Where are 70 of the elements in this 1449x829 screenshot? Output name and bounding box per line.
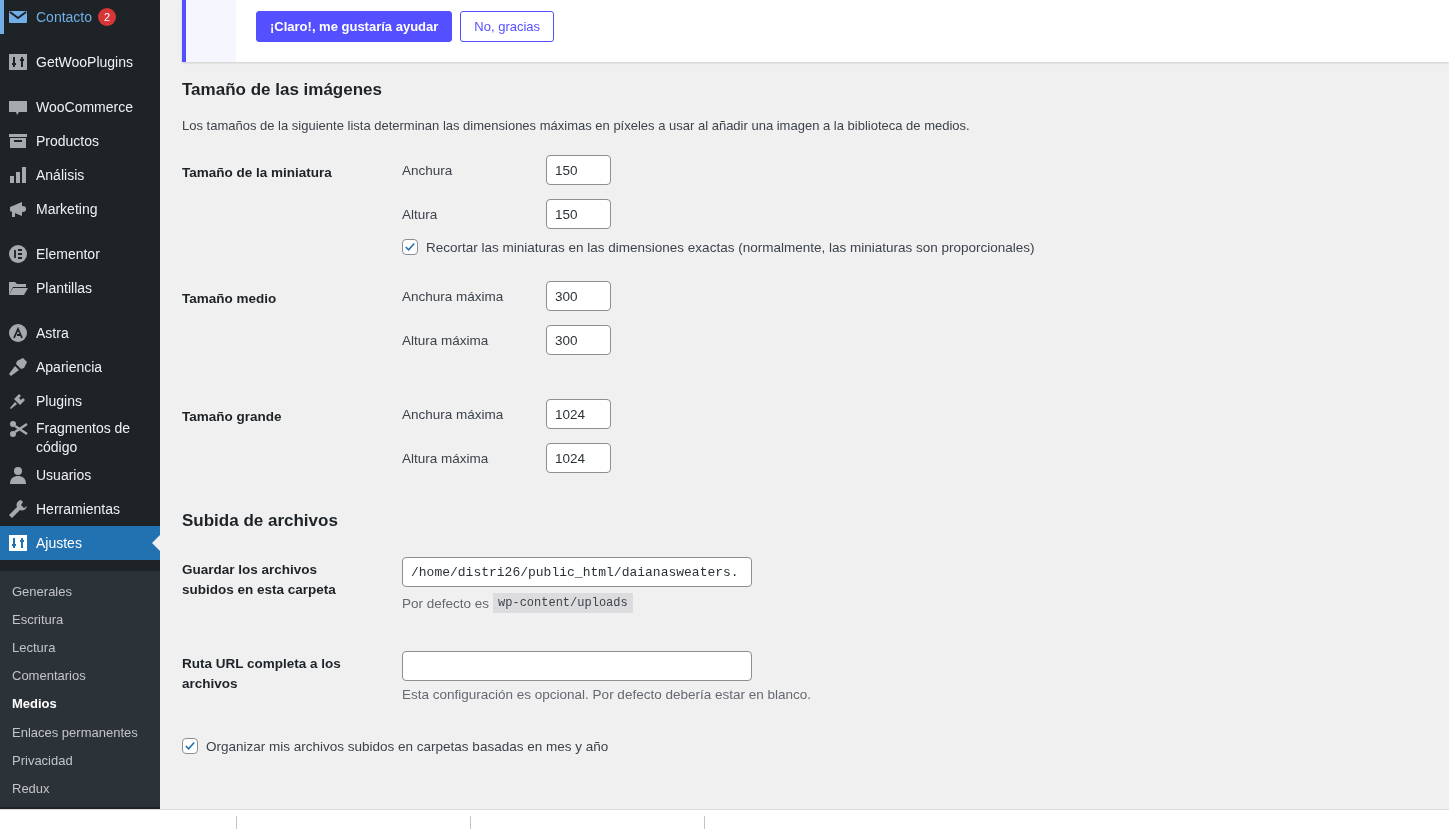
number-field[interactable]: 300 (546, 325, 611, 355)
menu-item[interactable]: Plantillas (0, 271, 160, 305)
field-label: Altura máxima (402, 332, 490, 348)
setting-label: Tamaño medio (182, 290, 278, 308)
field-label: Anchura (402, 162, 454, 178)
submenu-item[interactable]: Enlaces permanentes (0, 717, 160, 747)
menu-item[interactable]: Apariencia (0, 350, 160, 384)
number-field[interactable]: 150 (546, 155, 611, 185)
setting-label: Guardar los archivos subidos en esta carpeta (182, 561, 337, 599)
menu-pointer-icon (152, 535, 160, 551)
sliders-icon (8, 52, 28, 72)
menu-item[interactable]: Análisis (0, 158, 160, 192)
default-path: wp-content/uploads (493, 593, 633, 613)
menu-item[interactable]: Astra (0, 316, 160, 350)
submenu-item[interactable]: Comentarios (0, 661, 160, 690)
count-badge: 2 (98, 8, 117, 26)
submenu-item[interactable]: Redux (0, 774, 160, 803)
field-label: Altura máxima (402, 450, 490, 466)
section-heading: Tamaño de las imágenes (182, 80, 383, 100)
number-field[interactable]: 300 (546, 281, 611, 311)
paintbrush-icon (8, 357, 28, 377)
accept-button[interactable]: ¡Claro!, me gustaría ayudar (256, 11, 453, 42)
number-field[interactable]: 150 (546, 199, 611, 229)
checkbox[interactable] (402, 239, 418, 255)
menu-item[interactable]: Plugins (0, 384, 160, 418)
field-label: Anchura máxima (402, 288, 505, 304)
number-field[interactable]: 1024 (546, 399, 611, 429)
bar-chart-icon (8, 165, 28, 185)
menu-item[interactable]: Productos (0, 124, 160, 158)
menu-item[interactable]: Herramientas (0, 492, 160, 526)
menu-item[interactable]: WooCommerce (0, 90, 160, 124)
scissors-icon (8, 419, 28, 439)
menu-item[interactable]: GetWooPlugins (0, 45, 160, 79)
text-field[interactable] (402, 651, 752, 681)
megaphone-icon (8, 199, 28, 219)
submenu-item[interactable]: Generales (0, 577, 160, 606)
section-description: Los tamaños de la siguiente lista determinan las dimensiones máximas en píxeles a usar al añadir una imagen a la biblioteca de medios. (182, 118, 971, 133)
checkbox-label: Recortar las miniaturas en las dimensiones exactas (normalmente, las miniaturas son proporcionales) (426, 239, 1035, 255)
menu-item[interactable]: Fragmentos de código (0, 418, 160, 458)
field-hint: Esta configuración es opcional. Por defecto debería estar en blanco. (402, 687, 811, 702)
submenu-item[interactable]: Privacidad (0, 746, 160, 775)
field-hint: Por defecto es (402, 595, 490, 611)
menu-item[interactable]: Elementor (0, 237, 160, 271)
setting-label: Ruta URL completa a los archivos (182, 655, 342, 693)
section-heading: Subida de archivos (182, 511, 339, 531)
checkbox-label: Organizar mis archivos subidos en carpetas basadas en mes y año (206, 738, 609, 754)
submenu-item[interactable]: Escritura (0, 605, 160, 634)
number-field[interactable]: 1024 (546, 443, 611, 473)
menu-item[interactable]: Marketing (0, 192, 160, 226)
checkmark-icon (403, 240, 417, 254)
submenu-item[interactable]: Lectura (0, 633, 160, 662)
plug-icon (8, 391, 28, 411)
person-icon (8, 465, 28, 485)
wrench-icon (8, 499, 28, 519)
decline-button[interactable]: No, gracias (460, 11, 555, 42)
submenu-item[interactable]: Medios (0, 689, 160, 718)
checkbox[interactable] (182, 738, 198, 754)
letter-e-circle-icon (8, 244, 28, 264)
text-field[interactable]: /home/distri26/public_html/daianasweaters. (402, 557, 752, 587)
letter-a-circle-icon (8, 323, 28, 343)
menu-item[interactable]: Ajustes (0, 526, 160, 560)
setting-label: Tamaño de la miniatura (182, 164, 333, 182)
sliders-icon (8, 533, 28, 553)
field-label: Anchura máxima (402, 406, 505, 422)
menu-item[interactable]: Usuarios (0, 458, 160, 492)
checkmark-icon (183, 739, 197, 753)
field-label: Altura (402, 206, 439, 222)
setting-label: Tamaño grande (182, 408, 283, 426)
menu-item[interactable]: Contacto 2 (0, 0, 160, 34)
archive-box-icon (8, 131, 28, 151)
